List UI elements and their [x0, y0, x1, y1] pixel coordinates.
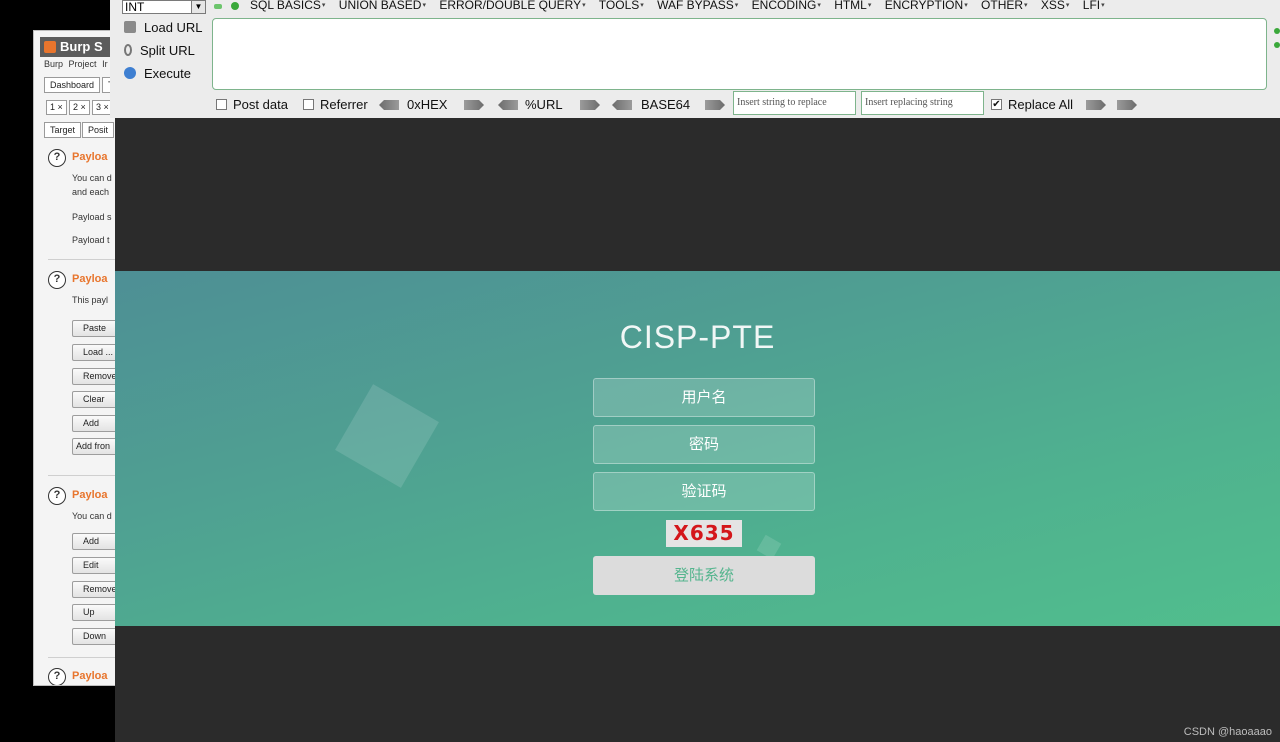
load-url-command[interactable]: Load URL — [124, 20, 203, 35]
hex-decode-arrow-icon[interactable] — [379, 100, 399, 110]
login-hero: CISP-PTE 用户名 密码 验证码 X635 登陆系统 — [115, 271, 1280, 626]
scissors-icon — [124, 44, 132, 56]
web-page: CISP-PTE 用户名 密码 验证码 X635 登陆系统 CSDN @haoa… — [115, 118, 1280, 742]
referrer-checkbox[interactable] — [303, 99, 314, 110]
payload-set-label: Payload s — [72, 212, 112, 222]
expand-icon[interactable] — [1274, 28, 1280, 34]
base64-encode-arrow-icon[interactable] — [705, 100, 725, 110]
base64-label: BASE64 — [641, 97, 691, 112]
login-title: CISP-PTE — [619, 319, 776, 355]
menu-encoding[interactable]: ENCODING▾ — [752, 0, 821, 12]
payload-options-title: Payloa — [72, 273, 108, 285]
menu-lfi[interactable]: LFI▾ — [1083, 0, 1105, 12]
captcha-input[interactable]: 验证码 — [593, 472, 815, 511]
expand-icon[interactable] — [1274, 42, 1280, 48]
plus-icon[interactable] — [231, 2, 239, 10]
burp-menubar: Burp Project Ir — [44, 59, 111, 69]
hackbar-menu: SQL BASICS▾ UNION BASED▾ ERROR/DOUBLE QU… — [250, 0, 1115, 12]
menu-union-based[interactable]: UNION BASED▾ — [339, 0, 426, 12]
decorative-square — [335, 384, 439, 488]
execute-command[interactable]: Execute — [124, 66, 191, 81]
payload-options-text: This payl — [72, 295, 109, 305]
replace-arrow-icon[interactable] — [1086, 100, 1106, 110]
url-encode-arrow-icon[interactable] — [580, 100, 600, 110]
replace-all-checkbox[interactable]: ✔ — [991, 99, 1002, 110]
replace-string-input[interactable]: Insert string to replace — [733, 91, 856, 115]
chevron-down-icon[interactable]: ▼ — [191, 1, 205, 13]
payload-sets-title: Payloa — [72, 151, 108, 163]
replace-all-arrow-icon[interactable] — [1117, 100, 1137, 110]
help-icon[interactable]: ? — [48, 271, 66, 289]
hackbar: INT ▼ SQL BASICS▾ UNION BASED▾ ERROR/DOU… — [110, 0, 1280, 118]
payload-processing-text: You can d — [72, 511, 112, 521]
subtab-positions[interactable]: Posit — [82, 122, 115, 138]
attack-tab-1[interactable]: 1 × — [46, 100, 67, 115]
username-input[interactable]: 用户名 — [593, 378, 815, 417]
play-icon — [124, 67, 136, 79]
hex-encode-arrow-icon[interactable] — [464, 100, 484, 110]
menu-tools[interactable]: TOOLS▾ — [599, 0, 644, 12]
subtab-target[interactable]: Target — [44, 122, 82, 138]
section-divider — [48, 259, 122, 260]
payload-sets-text: You can d — [72, 173, 112, 183]
menu-html[interactable]: HTML▾ — [834, 0, 871, 12]
menu-xss[interactable]: XSS▾ — [1041, 0, 1070, 12]
help-icon[interactable]: ? — [48, 149, 66, 167]
payload-processing-title: Payloa — [72, 489, 108, 501]
screen: Burp S Burp Project Ir Dashboard T 1 × 2… — [0, 0, 1280, 742]
captcha-image[interactable]: X635 — [666, 520, 742, 547]
load-url-icon — [124, 21, 136, 33]
burp-title: Burp S — [60, 39, 103, 54]
referrer-label: Referrer — [320, 97, 368, 112]
section-divider — [48, 475, 122, 476]
menu-waf-bypass[interactable]: WAF BYPASS▾ — [657, 0, 738, 12]
replacing-string-input[interactable]: Insert replacing string — [861, 91, 984, 115]
menu-encryption[interactable]: ENCRYPTION▾ — [885, 0, 968, 12]
burp-menu-burp[interactable]: Burp — [44, 59, 63, 69]
replace-all-label: Replace All — [1008, 97, 1074, 112]
payload-type-label: Payload t — [72, 235, 110, 245]
url-textarea[interactable] — [212, 18, 1267, 90]
attack-tab-2[interactable]: 2 × — [69, 100, 90, 115]
injection-type-select[interactable]: INT ▼ — [122, 0, 206, 14]
burp-menu-project[interactable]: Project — [69, 59, 97, 69]
base64-decode-arrow-icon[interactable] — [612, 100, 632, 110]
payload-encoding-title: Payloa — [72, 670, 108, 682]
login-button[interactable]: 登陆系统 — [593, 556, 815, 595]
watermark: CSDN @haoaaao — [1183, 726, 1272, 738]
menu-other[interactable]: OTHER▾ — [981, 0, 1028, 12]
help-icon[interactable]: ? — [48, 668, 66, 685]
post-data-checkbox[interactable] — [216, 99, 227, 110]
password-input[interactable]: 密码 — [593, 425, 815, 464]
help-icon[interactable]: ? — [48, 487, 66, 505]
minus-icon[interactable] — [214, 4, 222, 9]
payload-sets-text: and each — [72, 187, 110, 197]
burp-logo-icon — [44, 41, 56, 53]
menu-error-double-query[interactable]: ERROR/DOUBLE QUERY▾ — [439, 0, 585, 12]
hex-label: 0xHEX — [407, 97, 448, 112]
section-divider — [48, 657, 122, 658]
burp-window: Burp S Burp Project Ir Dashboard T 1 × 2… — [33, 30, 123, 686]
burp-menu-intruder[interactable]: Ir — [102, 59, 108, 69]
url-label: %URL — [525, 97, 563, 112]
split-url-command[interactable]: Split URL — [124, 43, 195, 58]
url-decode-arrow-icon[interactable] — [498, 100, 518, 110]
injection-type-value: INT — [125, 0, 145, 14]
menu-sql-basics[interactable]: SQL BASICS▾ — [250, 0, 325, 12]
tab-dashboard[interactable]: Dashboard — [44, 77, 101, 93]
post-data-label: Post data — [233, 97, 288, 112]
